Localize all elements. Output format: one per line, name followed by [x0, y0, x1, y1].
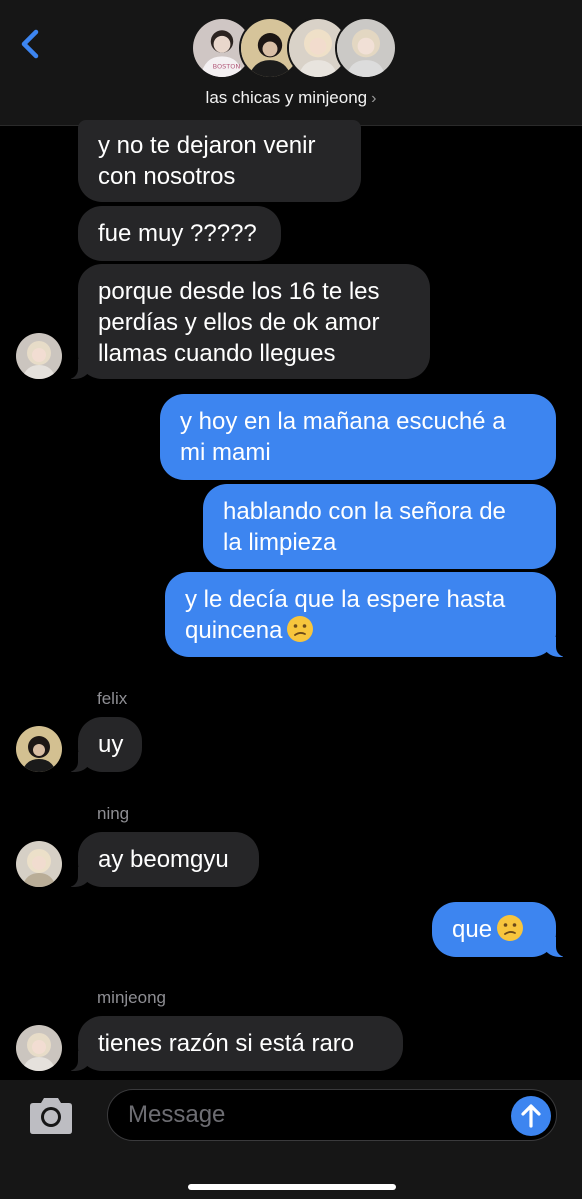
message-text: porque desde los 16 te les — [98, 278, 380, 305]
svg-text:BOSTON: BOSTON — [213, 63, 241, 71]
message-text: tienes razón si está raro — [98, 1030, 355, 1057]
message-bubble-incoming[interactable]: y no te dejaron venir con nosotros — [78, 120, 361, 202]
sender-name: felix — [97, 689, 128, 708]
avatar[interactable] — [16, 333, 62, 379]
message-input[interactable] — [128, 1090, 508, 1140]
send-button[interactable] — [511, 1096, 551, 1136]
message-text: y hoy en la mañana escuché a — [180, 408, 506, 435]
message-text: mi mami — [180, 439, 271, 466]
message-text: ay beomgyu — [98, 846, 229, 873]
message-line: quincena — [185, 615, 536, 646]
message-bubble-incoming[interactable]: uy — [68, 717, 142, 772]
home-indicator[interactable] — [188, 1184, 396, 1190]
message-text: y le decía que la espere hasta — [185, 586, 506, 613]
message-bubble-incoming[interactable]: fue muy ????? — [78, 206, 281, 261]
message-bubble-outgoing[interactable]: hablando con la señora de la limpieza — [203, 484, 556, 569]
message-bubble-outgoing[interactable]: y hoy en la mañana escuché a mi mami — [160, 394, 556, 480]
message-text: la limpieza — [223, 529, 337, 556]
chevron-right-icon: › — [371, 90, 377, 107]
confused-face-icon — [287, 616, 314, 642]
message-text: que — [452, 916, 493, 943]
message-bubble-incoming[interactable]: tienes razón si está raro — [68, 1016, 403, 1071]
sender-name: ning — [97, 804, 130, 823]
message-text: llamas cuando llegues — [98, 340, 336, 367]
message-bubble-incoming[interactable]: porque desde los 16 te les perdías y ell… — [68, 264, 430, 379]
message-bubble-outgoing[interactable]: y le decía que la espere hasta quincena — [165, 572, 566, 657]
avatar[interactable] — [16, 726, 62, 772]
conversation-header: BOSTON las chicas y minjeong › — [0, 0, 582, 126]
group-name-label: las chicas y minjeong — [205, 88, 368, 107]
group-title[interactable]: las chicas y minjeong › — [0, 88, 582, 108]
camera-button[interactable] — [26, 1096, 76, 1136]
message-text: con nosotros — [98, 163, 236, 190]
message-bubble-incoming[interactable]: ay beomgyu — [68, 832, 259, 887]
message-text: hablando con la señora de — [223, 498, 506, 525]
avatar[interactable] — [16, 841, 62, 887]
message-text: fue muy ????? — [98, 220, 257, 247]
avatar — [335, 17, 397, 79]
message-text: uy — [98, 731, 124, 758]
sender-name: minjeong — [97, 988, 166, 1007]
message-field[interactable] — [107, 1089, 557, 1141]
chevron-left-icon — [21, 29, 39, 59]
message-text: perdías y ellos de ok amor — [98, 309, 380, 336]
back-button[interactable] — [14, 24, 48, 64]
message-text: quincena — [185, 617, 283, 644]
arrow-up-icon — [521, 1104, 541, 1128]
message-text: y no te dejaron venir — [98, 132, 316, 159]
confused-face-icon — [497, 915, 524, 941]
avatar[interactable] — [16, 1025, 62, 1071]
composer-bar — [0, 1080, 582, 1199]
message-bubble-outgoing[interactable]: que — [432, 902, 566, 957]
camera-icon — [30, 1098, 72, 1134]
